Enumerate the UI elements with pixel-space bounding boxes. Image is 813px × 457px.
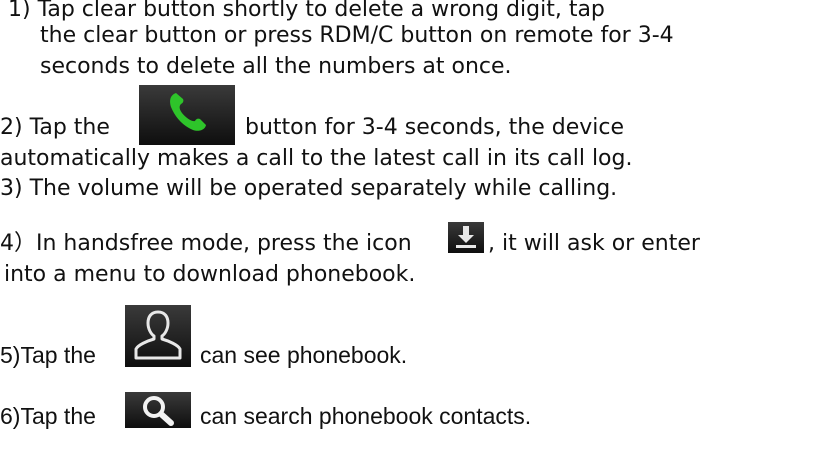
- item-2-text-before: 2) Tap the: [0, 115, 110, 140]
- item-4-text-after: , it will ask or enter: [488, 231, 700, 256]
- item-3-text: 3) The volume will be operated separatel…: [0, 176, 618, 201]
- search-magnifier-icon: [125, 392, 191, 428]
- item-2-line-2: automatically makes a call to the latest…: [0, 146, 633, 171]
- item-1-line-2: the clear button or press RDM/C button o…: [40, 23, 674, 48]
- item-6-text-after: can search phonebook contacts.: [200, 403, 532, 429]
- item-5-text-before: 5)Tap the: [0, 342, 96, 368]
- contact-person-icon: [125, 305, 191, 367]
- item-4-text-before: 4）In handsfree mode, press the icon: [0, 231, 412, 256]
- item-1-line-3: seconds to delete all the numbers at onc…: [40, 54, 512, 79]
- item-4-line-2: into a menu to download phonebook.: [4, 262, 416, 287]
- download-icon: [448, 222, 484, 253]
- item-2-text-after: button for 3-4 seconds, the device: [245, 115, 624, 140]
- item-6-text-before: 6)Tap the: [0, 403, 96, 429]
- item-1-line-1: 1) Tap clear button shortly to delete a …: [8, 0, 605, 22]
- phone-call-icon: [139, 85, 235, 145]
- item-5-text-after: can see phonebook.: [200, 342, 408, 368]
